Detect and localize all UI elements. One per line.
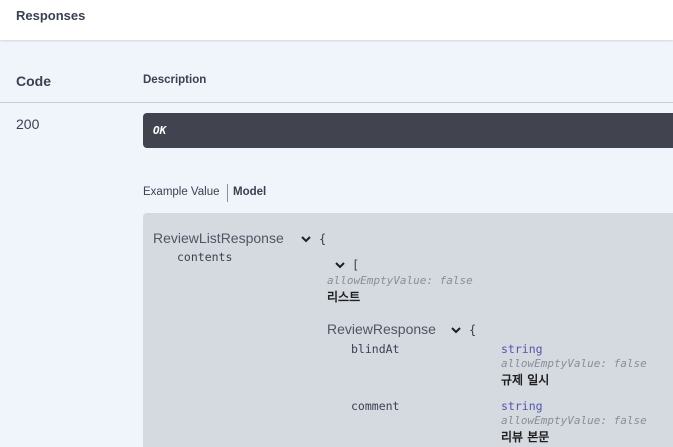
property-name-blindat: blindAt: [351, 342, 400, 356]
chevron-down-icon[interactable]: [334, 259, 346, 271]
property-description-comment: 리뷰 본문: [501, 430, 550, 444]
contents-description: 리스트: [327, 290, 361, 304]
property-meta-comment: allowEmptyValue: false: [501, 414, 647, 427]
property-type-comment: string: [501, 399, 543, 413]
model-open-brace: {: [319, 232, 327, 246]
nested-model-name[interactable]: ReviewResponse: [327, 321, 436, 337]
array-open-bracket: [: [352, 258, 360, 272]
nested-model-open-brace: {: [469, 323, 477, 337]
description-column-header: Description: [143, 74, 207, 86]
response-description: OK: [153, 124, 167, 137]
response-code: 200: [16, 116, 40, 132]
property-type-blindat: string: [501, 342, 543, 356]
tab-example-value[interactable]: Example Value: [143, 186, 220, 198]
table-divider: [0, 102, 673, 103]
chevron-down-icon[interactable]: [450, 324, 462, 336]
property-name-contents: contents: [177, 250, 233, 264]
responses-title: Responses: [16, 8, 86, 23]
contents-meta: allowEmptyValue: false: [327, 274, 473, 287]
responses-header: Responses: [0, 0, 673, 40]
tab-separator: [227, 184, 228, 202]
property-meta-blindat: allowEmptyValue: false: [501, 357, 647, 370]
model-name[interactable]: ReviewListResponse: [153, 230, 284, 246]
code-column-header: Code: [16, 73, 51, 89]
tab-model[interactable]: Model: [233, 186, 266, 198]
model-box: ReviewListResponse { contents [ allowEmp…: [143, 213, 673, 447]
response-description-box: OK: [143, 113, 673, 148]
property-name-comment: comment: [351, 399, 400, 413]
chevron-down-icon[interactable]: [300, 233, 312, 245]
property-description-blindat: 규제 일시: [501, 373, 550, 387]
